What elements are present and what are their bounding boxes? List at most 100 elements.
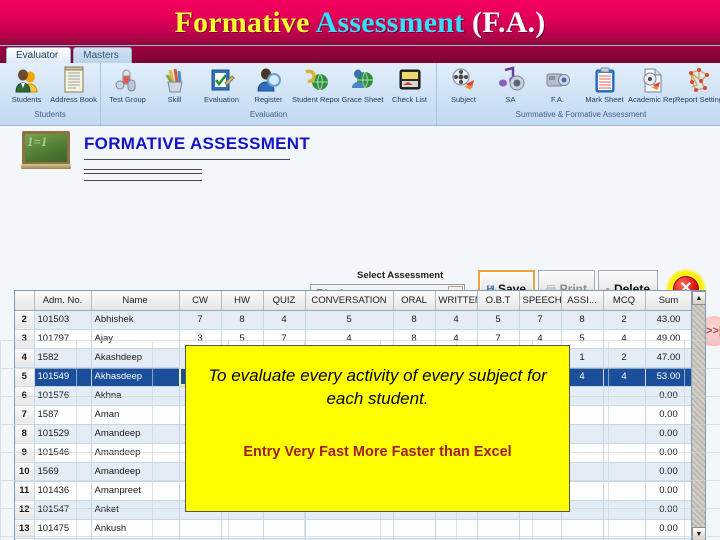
slide-root: Formative Assessment (F.A.) Evaluator Ma… bbox=[0, 0, 720, 540]
report-setting-icon bbox=[685, 65, 713, 95]
ribbon-button-test-group[interactable]: Test Group bbox=[104, 63, 151, 104]
grid-col-hw[interactable]: HW bbox=[221, 291, 264, 311]
ribbon-button-mark-sheet-label: Mark Sheet bbox=[585, 95, 624, 104]
ribbon-button-grace-sheet-label: Grace Sheet bbox=[341, 95, 384, 104]
grid-col-name[interactable]: Name bbox=[91, 291, 180, 311]
ribbon-button-subject[interactable]: Subject bbox=[440, 63, 487, 104]
grid-cell-mcq[interactable]: 2 bbox=[603, 310, 646, 330]
fa-icon bbox=[544, 65, 572, 95]
grid-cell-obt[interactable]: 5 bbox=[477, 310, 520, 330]
page-title: Formative Assessment (F.A.) bbox=[175, 6, 546, 40]
check-list-icon bbox=[397, 65, 423, 95]
grid-col-cw[interactable]: CW bbox=[179, 291, 222, 311]
grid-cell-cw[interactable]: 7 bbox=[179, 310, 222, 330]
ribbon-button-sa-label: SA bbox=[505, 95, 516, 104]
sa-icon bbox=[497, 65, 525, 95]
ribbon-button-mark-sheet[interactable]: Mark Sheet bbox=[581, 63, 628, 104]
grid-cell-speech[interactable]: 7 bbox=[519, 310, 562, 330]
ribbon-group-students-label: Students bbox=[34, 110, 66, 119]
grid-cell-conversation[interactable]: 5 bbox=[305, 310, 394, 330]
student-report-icon bbox=[302, 65, 330, 95]
grid-cell-name[interactable]: Abhishek bbox=[91, 310, 180, 330]
grid-col-written[interactable]: WRITTEN bbox=[435, 291, 478, 311]
ribbon-button-student-report-label: Student Report bbox=[292, 95, 339, 104]
grid-col-sum[interactable]: Sum bbox=[645, 291, 693, 311]
title-part-formative: Formative bbox=[174, 5, 316, 39]
evaluation-icon bbox=[208, 65, 236, 95]
scroll-up-icon[interactable]: ▲ bbox=[692, 291, 705, 305]
grid-cell-assignment[interactable]: 8 bbox=[561, 310, 604, 330]
subject-icon bbox=[450, 65, 478, 95]
ribbon-button-fa-label: F.A. bbox=[551, 95, 564, 104]
ribbon-button-academic-report-label: Academic Report bbox=[628, 95, 675, 104]
slide-title-banner: Formative Assessment (F.A.) bbox=[0, 0, 720, 45]
register-icon bbox=[255, 65, 283, 95]
title-rule-4 bbox=[84, 180, 202, 181]
grid-col-quiz[interactable]: QUIZ bbox=[263, 291, 306, 311]
title-part-assessment: Assessment bbox=[315, 5, 465, 39]
title-rule-3 bbox=[84, 173, 202, 174]
grid-cell-sum[interactable]: 43.00 bbox=[645, 310, 693, 330]
ribbon-group-summative-formative: Subject SA F.A. Mark Sheet Academic Rep … bbox=[436, 63, 720, 125]
annotation-callout: To evaluate every activity of every subj… bbox=[185, 345, 570, 512]
grid-cell-oral[interactable]: 8 bbox=[393, 310, 436, 330]
ribbon-button-grace-sheet[interactable]: Grace Sheet bbox=[339, 63, 386, 104]
title-part-abbrev: (F.A.) bbox=[464, 5, 546, 39]
grid-col-obt[interactable]: O.B.T bbox=[477, 291, 520, 311]
ribbon-button-fa[interactable]: F.A. bbox=[534, 63, 581, 104]
form-title: FORMATIVE ASSESSMENT bbox=[84, 134, 311, 153]
ribbon-button-address-book[interactable]: Address Book bbox=[50, 63, 97, 104]
ribbon-button-skill[interactable]: Skill bbox=[151, 63, 198, 104]
ribbon-button-check-list[interactable]: Check List bbox=[386, 63, 433, 104]
grid-cell-quiz[interactable]: 4 bbox=[263, 310, 306, 330]
ribbon-button-report-setting[interactable]: Report Setting bbox=[675, 63, 720, 104]
grace-sheet-icon bbox=[349, 65, 377, 95]
chalkboard-icon: 1=1 bbox=[21, 131, 72, 173]
grid-col-oral[interactable]: ORAL bbox=[393, 291, 436, 311]
table-row[interactable]: 2101503Abhishek784584578243.004.3 bbox=[15, 310, 705, 330]
ribbon-button-report-setting-label: Report Setting bbox=[675, 95, 720, 104]
callout-secondary-text: Entry Very Fast More Faster than Excel bbox=[243, 444, 512, 460]
title-rule-1 bbox=[84, 159, 290, 160]
grid-col-adm-no[interactable]: Adm. No. bbox=[34, 291, 92, 311]
ribbon-button-test-group-label: Test Group bbox=[109, 95, 146, 104]
grid-header-row: Adm. No. Name CW HW QUIZ CONVERSATION OR… bbox=[15, 291, 705, 311]
ribbon-button-skill-label: Skill bbox=[167, 95, 182, 104]
grid-col-speech[interactable]: SPEECH bbox=[519, 291, 562, 311]
ribbon-group-evaluation: Test Group Skill Evaluation Register Stu… bbox=[100, 63, 436, 125]
grid-col-rownum[interactable] bbox=[15, 291, 35, 311]
ribbon-tabstrip: Evaluator Masters bbox=[0, 46, 720, 63]
grid-cell-hw[interactable]: 8 bbox=[221, 310, 264, 330]
grid-cell-rownum[interactable]: 2 bbox=[15, 310, 35, 330]
ribbon-button-students[interactable]: Students bbox=[3, 63, 50, 104]
ribbon-button-evaluation-label: Evaluation bbox=[203, 95, 240, 104]
callout-primary-text: To evaluate every activity of every subj… bbox=[208, 366, 547, 408]
ribbon-button-students-label: Students bbox=[11, 95, 42, 104]
grid-col-assignment[interactable]: ASSI... bbox=[561, 291, 604, 311]
tab-masters[interactable]: Masters bbox=[73, 47, 132, 63]
ribbon-group-students: Students Address Book Students bbox=[0, 63, 100, 125]
skill-icon bbox=[162, 65, 188, 95]
select-assessment-label: Select Assessment bbox=[357, 270, 444, 281]
grid-col-mcq[interactable]: MCQ bbox=[603, 291, 646, 311]
ribbon-button-student-report[interactable]: Student Report bbox=[292, 63, 339, 104]
grid-col-conversation[interactable]: CONVERSATION bbox=[305, 291, 394, 311]
mark-sheet-icon bbox=[593, 65, 617, 95]
ribbon-button-register-label: Register bbox=[254, 95, 283, 104]
address-book-icon bbox=[62, 65, 86, 95]
ribbon-button-academic-report[interactable]: Academic Report bbox=[628, 63, 675, 104]
ribbon-button-evaluation[interactable]: Evaluation bbox=[198, 63, 245, 104]
ribbon-button-subject-label: Subject bbox=[450, 95, 477, 104]
ribbon: Students Address Book Students Test Grou… bbox=[0, 63, 720, 126]
ribbon-button-check-list-label: Check List bbox=[391, 95, 427, 104]
ribbon-group-evaluation-label: Evaluation bbox=[249, 110, 288, 119]
academic-report-icon bbox=[639, 65, 665, 95]
grid-cell-adm-no[interactable]: 101503 bbox=[34, 310, 92, 330]
ribbon-button-address-book-label: Address Book bbox=[50, 95, 97, 104]
grid-cell-written[interactable]: 4 bbox=[435, 310, 478, 330]
students-icon bbox=[13, 65, 41, 95]
tab-evaluator[interactable]: Evaluator bbox=[6, 47, 72, 63]
ribbon-group-summative-formative-label: Summative & Formative Assessment bbox=[515, 110, 647, 119]
ribbon-button-register[interactable]: Register bbox=[245, 63, 292, 104]
ribbon-button-sa[interactable]: SA bbox=[487, 63, 534, 104]
